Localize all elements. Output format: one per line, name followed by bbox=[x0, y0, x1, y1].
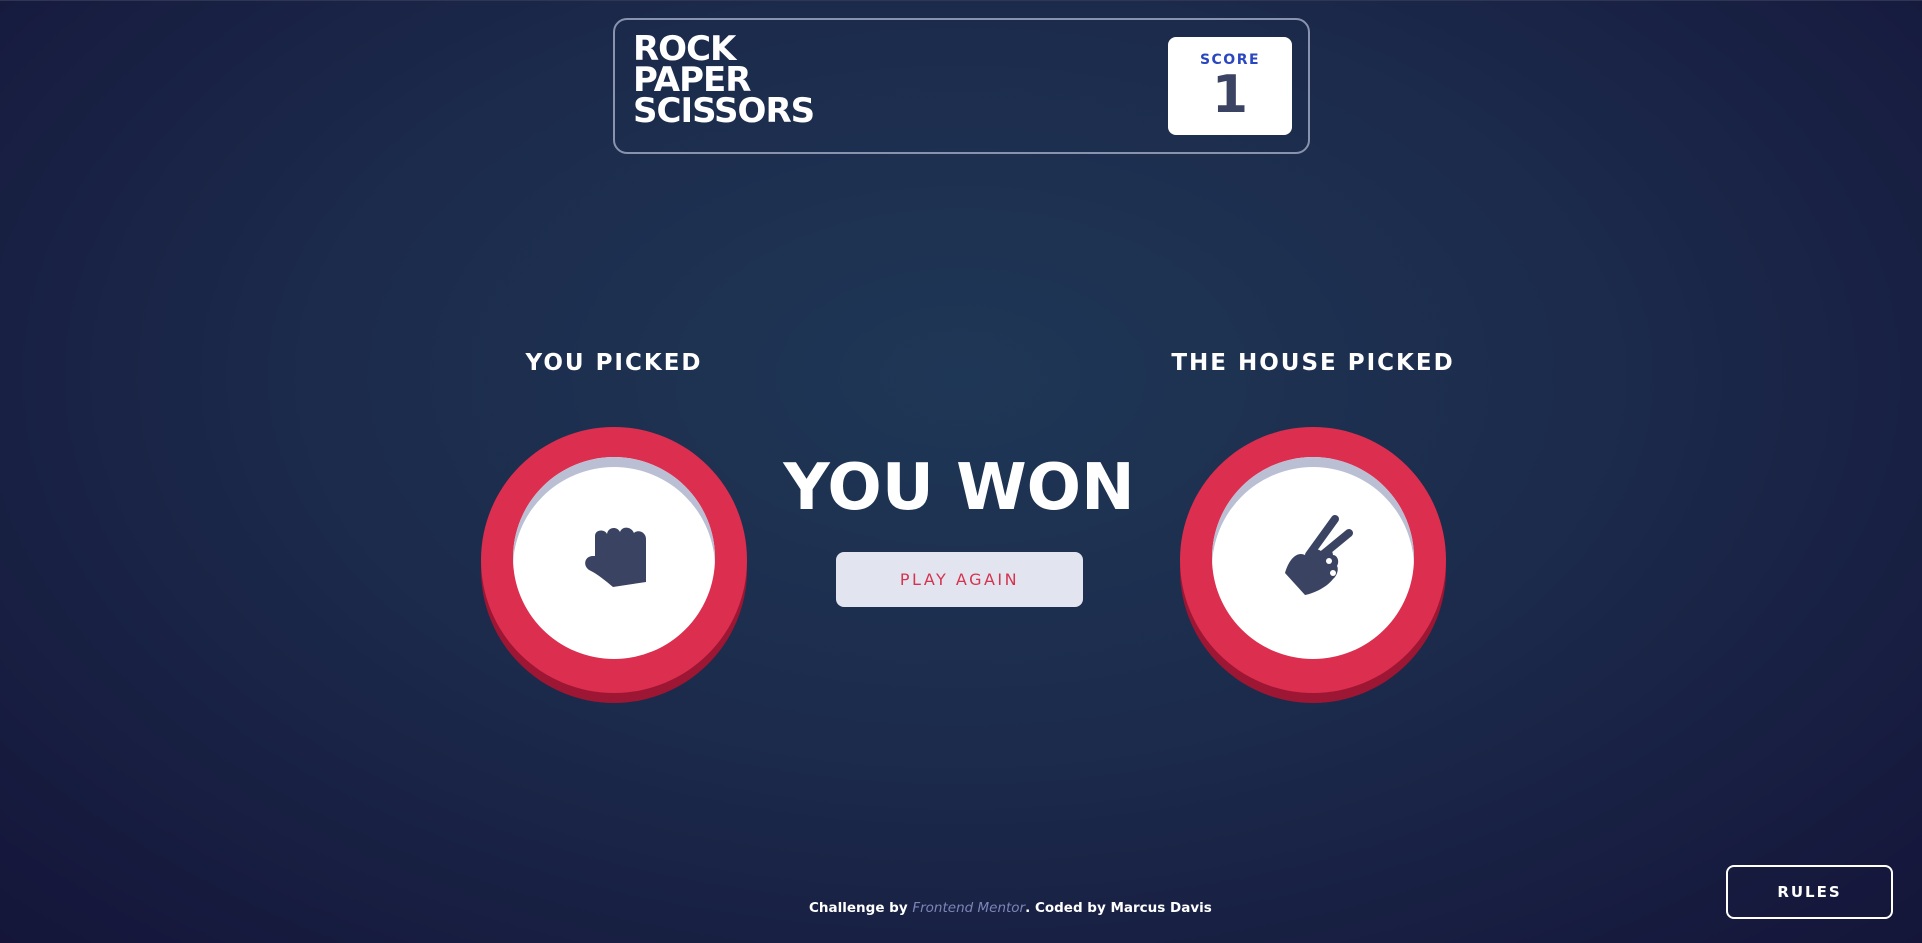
rules-button[interactable]: RULES bbox=[1726, 865, 1893, 919]
game-title: ROCK PAPER SCISSORS bbox=[633, 32, 815, 131]
title-line-scissors: SCISSORS bbox=[633, 91, 815, 131]
footer-prefix: Challenge by bbox=[809, 900, 913, 916]
house-scissors-token bbox=[1180, 427, 1446, 693]
top-edge-line bbox=[0, 0, 1922, 1]
frontend-mentor-link[interactable]: Frontend Mentor bbox=[912, 900, 1025, 916]
score-value: 1 bbox=[1211, 65, 1249, 125]
result-text: YOU WON bbox=[783, 451, 1135, 525]
house-token-face bbox=[1212, 457, 1414, 659]
rock-hand-icon bbox=[585, 527, 646, 587]
scissors-hand-icon bbox=[1285, 515, 1353, 595]
play-again-button[interactable]: PLAY AGAIN bbox=[836, 552, 1083, 607]
player-token-face bbox=[513, 457, 715, 659]
score-box: SCORE 1 bbox=[1168, 37, 1292, 135]
footer-suffix: . Coded by Marcus Davis bbox=[1025, 900, 1212, 916]
house-pick-label: THE HOUSE PICKED bbox=[1171, 350, 1455, 376]
scoreboard-header: ROCK PAPER SCISSORS SCORE 1 bbox=[613, 18, 1310, 154]
footer-attribution: Challenge by Frontend Mentor. Coded by M… bbox=[809, 900, 1212, 916]
player-rock-token bbox=[481, 427, 747, 693]
player-pick-label: YOU PICKED bbox=[525, 350, 703, 376]
